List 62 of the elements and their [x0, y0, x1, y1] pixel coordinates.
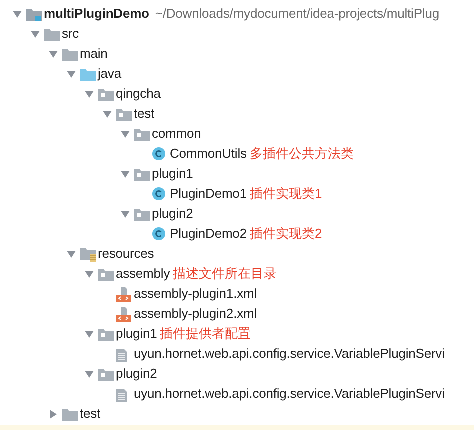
expand-arrow-icon[interactable]	[84, 90, 94, 98]
package-folder-icon	[134, 168, 150, 180]
tree-item-label[interactable]: main	[80, 44, 108, 64]
tree-item-label[interactable]: PluginDemo1	[170, 184, 247, 204]
annotation: 插件实现类2	[250, 225, 322, 244]
collapse-arrow-icon[interactable]	[50, 410, 56, 418]
folder-icon	[62, 48, 78, 60]
expand-arrow-icon[interactable]	[84, 330, 94, 338]
class-icon	[152, 227, 166, 241]
package-folder-icon	[98, 268, 114, 280]
expand-arrow-icon[interactable]	[30, 30, 40, 38]
class-icon	[152, 187, 166, 201]
expand-arrow-icon[interactable]	[120, 210, 130, 218]
tree-item-label[interactable]: uyun.hornet.web.api.config.service.VariablePluginServi	[134, 344, 445, 364]
tree-item-label[interactable]: CommonUtils	[170, 144, 247, 164]
expand-arrow-icon[interactable]	[120, 170, 130, 178]
xml-file-icon	[116, 306, 131, 322]
tree-item-label[interactable]: assembly	[116, 264, 170, 284]
annotation: 多插件公共方法类	[250, 145, 354, 164]
module-folder-icon	[26, 8, 42, 20]
expand-arrow-icon[interactable]	[120, 130, 130, 138]
text-file-icon	[116, 346, 127, 362]
project-name[interactable]: multiPluginDemo	[44, 4, 150, 24]
xml-file-icon	[116, 286, 131, 302]
project-path: ~/Downloads/mydocument/idea-projects/multiPlug	[155, 5, 440, 24]
annotation: 插件提供者配置	[160, 325, 252, 344]
package-folder-icon	[98, 88, 114, 100]
expand-arrow-icon[interactable]	[84, 370, 94, 378]
package-folder-icon	[116, 108, 132, 120]
expand-arrow-icon[interactable]	[102, 110, 112, 118]
tree-item-label[interactable]: resources	[98, 244, 154, 264]
expand-arrow-icon[interactable]	[66, 250, 76, 258]
tree-item-label[interactable]: src	[62, 24, 80, 44]
folder-icon	[62, 408, 78, 420]
folder-icon	[80, 68, 96, 80]
tree-item-label[interactable]: uyun.hornet.web.api.config.service.VariablePluginServi	[134, 384, 445, 404]
tree-item-label[interactable]: assembly-plugin1.xml	[134, 284, 257, 304]
tree-item-label[interactable]: plugin2	[152, 204, 194, 224]
resources-folder-icon	[80, 246, 96, 262]
annotation: 插件实现类1	[250, 185, 322, 204]
expand-arrow-icon[interactable]	[48, 50, 58, 58]
expand-arrow-icon[interactable]	[66, 70, 76, 78]
tree-item-label[interactable]: test	[134, 104, 155, 124]
package-folder-icon	[134, 128, 150, 140]
tree-item-label[interactable]: assembly-plugin2.xml	[134, 304, 257, 324]
tree-item-label[interactable]: common	[152, 124, 202, 144]
folder-icon	[44, 28, 60, 40]
tree-item-label[interactable]: plugin2	[116, 364, 158, 384]
tree-item-label[interactable]: java	[98, 64, 122, 84]
tree-item-label[interactable]: PluginDemo2	[170, 224, 247, 244]
tree-item-label[interactable]: plugin1	[116, 324, 158, 344]
tree-item-label[interactable]: test	[80, 404, 101, 424]
package-folder-icon	[98, 328, 114, 340]
package-folder-icon	[134, 208, 150, 220]
expand-arrow-icon[interactable]	[84, 270, 94, 278]
text-file-icon	[116, 386, 127, 402]
tree-item-label[interactable]: plugin1	[152, 164, 194, 184]
expand-arrow-icon[interactable]	[12, 10, 22, 18]
tree-item-label[interactable]: qingcha	[116, 84, 161, 104]
class-icon	[152, 147, 166, 161]
annotation: 描述文件所在目录	[173, 265, 278, 284]
package-folder-icon	[98, 368, 114, 380]
